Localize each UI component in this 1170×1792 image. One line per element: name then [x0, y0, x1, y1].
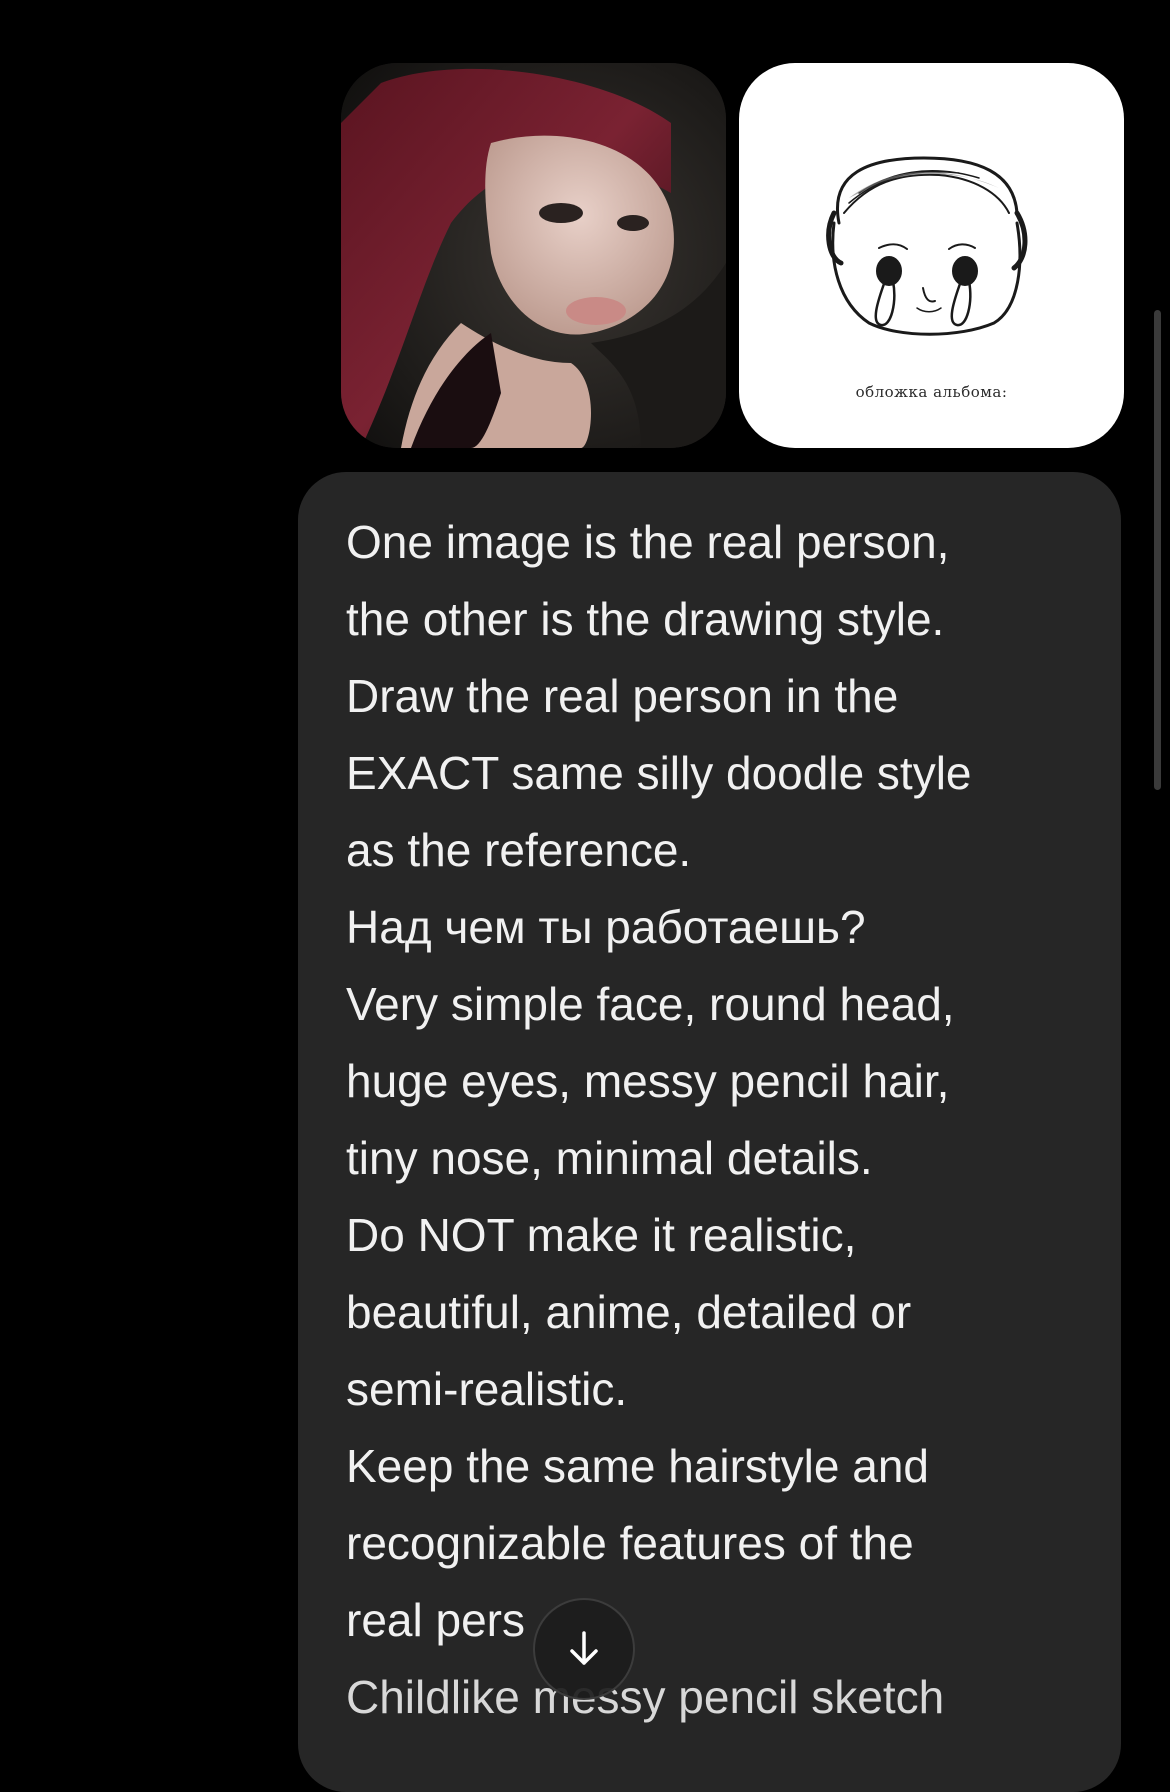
message-bubble[interactable]: One image is the real person, the other …: [298, 472, 1121, 1792]
attachment-photo[interactable]: [341, 63, 726, 448]
message-line: as the reference.: [346, 824, 692, 876]
message-text: One image is the real person, the other …: [346, 504, 1106, 1736]
message-line: the other is the drawing style.: [346, 593, 945, 645]
message-line: EXACT same silly doodle style: [346, 747, 972, 799]
attachment-doodle-reference[interactable]: обложка альбома:: [739, 63, 1124, 448]
photo-image: [341, 63, 726, 448]
message-line: tiny nose, minimal details.: [346, 1132, 873, 1184]
message-line: semi-realistic.: [346, 1363, 628, 1415]
message-line: Childlike messy pencil sketch: [346, 1671, 945, 1723]
message-line: Very simple face, round head,: [346, 978, 955, 1030]
message-line: Do NOT make it realistic,: [346, 1209, 857, 1261]
message-line: beautiful, anime, detailed or: [346, 1286, 912, 1338]
message-line: real pers: [346, 1594, 525, 1646]
message-line: Keep the same hairstyle and: [346, 1440, 930, 1492]
message-line: huge eyes, messy pencil hair,: [346, 1055, 950, 1107]
message-line: One image is the real person,: [346, 516, 950, 568]
doodle-caption: обложка альбома:: [855, 383, 1008, 401]
scroll-to-bottom-button[interactable]: [533, 1598, 635, 1700]
message-line: recognizable features of the: [346, 1517, 914, 1569]
scrollbar[interactable]: [1154, 310, 1161, 790]
message-line: Draw the real person in the: [346, 670, 899, 722]
message-line: Над чем ты работаешь?: [346, 901, 866, 953]
arrow-down-icon: [570, 1631, 598, 1665]
